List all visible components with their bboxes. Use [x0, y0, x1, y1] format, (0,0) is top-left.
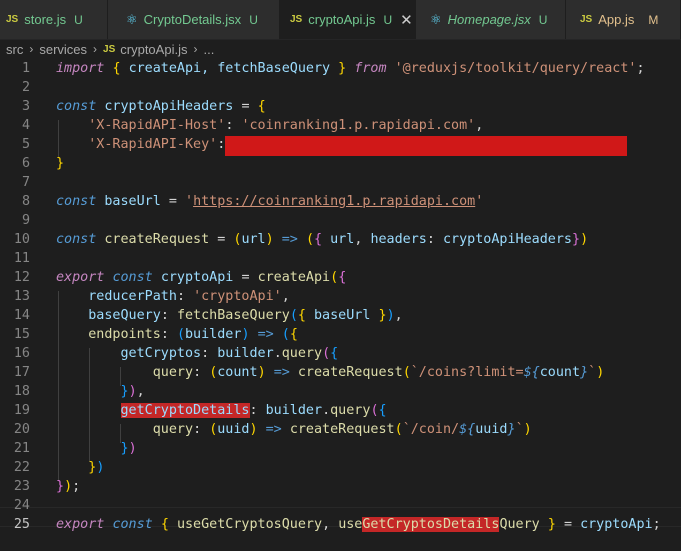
code-line: getCryptos: builder.query({	[120, 346, 339, 361]
search-highlight: GetCryptosDetails	[362, 517, 500, 532]
editor-tab-bar: JS store.js U ⚛ CryptoDetails.jsx U JS c…	[0, 0, 681, 40]
code-line: const baseUrl = 'https://coinranking1.p.…	[56, 194, 484, 209]
code-line: query: (uuid) => createRequest(`/coin/${…	[152, 422, 532, 437]
git-status-badge: U	[249, 12, 258, 27]
breadcrumb-item-services[interactable]: services	[39, 42, 87, 57]
git-status-badge: U	[538, 12, 548, 27]
code-line: })	[88, 460, 105, 475]
breadcrumb: src › services › JS cryptoApi.js › ...	[0, 39, 681, 59]
code-line: query: (count) => createRequest(`/coins?…	[152, 365, 605, 380]
code-line: reducerPath: 'cryptoApi',	[88, 289, 290, 304]
code-line: import { createApi, fetchBaseQuery } fro…	[56, 61, 645, 76]
js-file-icon: JS	[580, 14, 593, 25]
breadcrumb-item-file[interactable]: cryptoApi.js	[120, 42, 187, 57]
code-line: }	[56, 156, 65, 171]
breadcrumb-item-symbols[interactable]: ...	[203, 42, 214, 57]
js-file-icon: JS	[103, 43, 116, 55]
code-line: 'X-RapidAPI-Host': 'coinranking1.p.rapid…	[88, 118, 484, 133]
tab-app-js[interactable]: JS App.js M	[566, 0, 681, 39]
search-highlight: getCryptoDetails	[120, 403, 250, 418]
code-line: const createRequest = (url) => ({ url, h…	[56, 232, 589, 247]
tab-cryptodetails-jsx[interactable]: ⚛ CryptoDetails.jsx U	[108, 0, 280, 39]
code-line: const cryptoApiHeaders = {	[56, 99, 266, 114]
git-status-badge: U	[74, 12, 83, 27]
close-icon[interactable]: ✕	[400, 11, 413, 29]
line-number: 24	[13, 498, 30, 513]
chevron-right-icon: ›	[93, 42, 98, 56]
code-line: }),	[120, 384, 145, 399]
tab-label: CryptoDetails.jsx	[143, 12, 242, 27]
react-file-icon: ⚛	[126, 11, 138, 27]
js-file-icon: JS	[6, 14, 19, 25]
react-file-icon: ⚛	[430, 11, 442, 27]
code-editor[interactable]: 1 2 3 4 5 6 7 8 9 10 11 12 13 14 15 16 1…	[0, 59, 681, 551]
chevron-right-icon: ›	[29, 42, 34, 56]
code-line: endpoints: (builder) => ({	[88, 327, 298, 342]
tab-label: Homepage.jsx	[447, 12, 531, 27]
tab-store-js[interactable]: JS store.js U	[0, 0, 108, 39]
code-line: export const cryptoApi = createApi({	[56, 270, 347, 285]
code-line: export const { useGetCryptosQuery, useGe…	[56, 517, 661, 532]
js-file-icon: JS	[290, 14, 303, 25]
breadcrumb-item-src[interactable]: src	[6, 42, 23, 57]
line-number: 2	[21, 80, 30, 95]
git-status-badge: M	[648, 12, 659, 27]
line-number: 7	[21, 175, 30, 190]
code-line: 'X-RapidAPI-Key':	[88, 137, 226, 152]
tab-label: store.js	[24, 12, 67, 27]
chevron-right-icon: ›	[193, 42, 198, 56]
tab-cryptoapi-js[interactable]: JS cryptoApi.js U ✕	[280, 0, 416, 39]
code-line: getCryptoDetails: builder.query({	[120, 403, 387, 418]
code-line: });	[56, 479, 81, 494]
tab-label: cryptoApi.js	[308, 12, 376, 27]
code-line: })	[120, 441, 137, 456]
line-number: 11	[13, 251, 30, 266]
code-line: baseQuery: fetchBaseQuery({ baseUrl }),	[88, 308, 403, 323]
line-number: 9	[21, 213, 30, 228]
git-status-badge: U	[383, 12, 393, 27]
tab-label: App.js	[598, 12, 635, 27]
tab-homepage-jsx[interactable]: ⚛ Homepage.jsx U	[416, 0, 566, 39]
